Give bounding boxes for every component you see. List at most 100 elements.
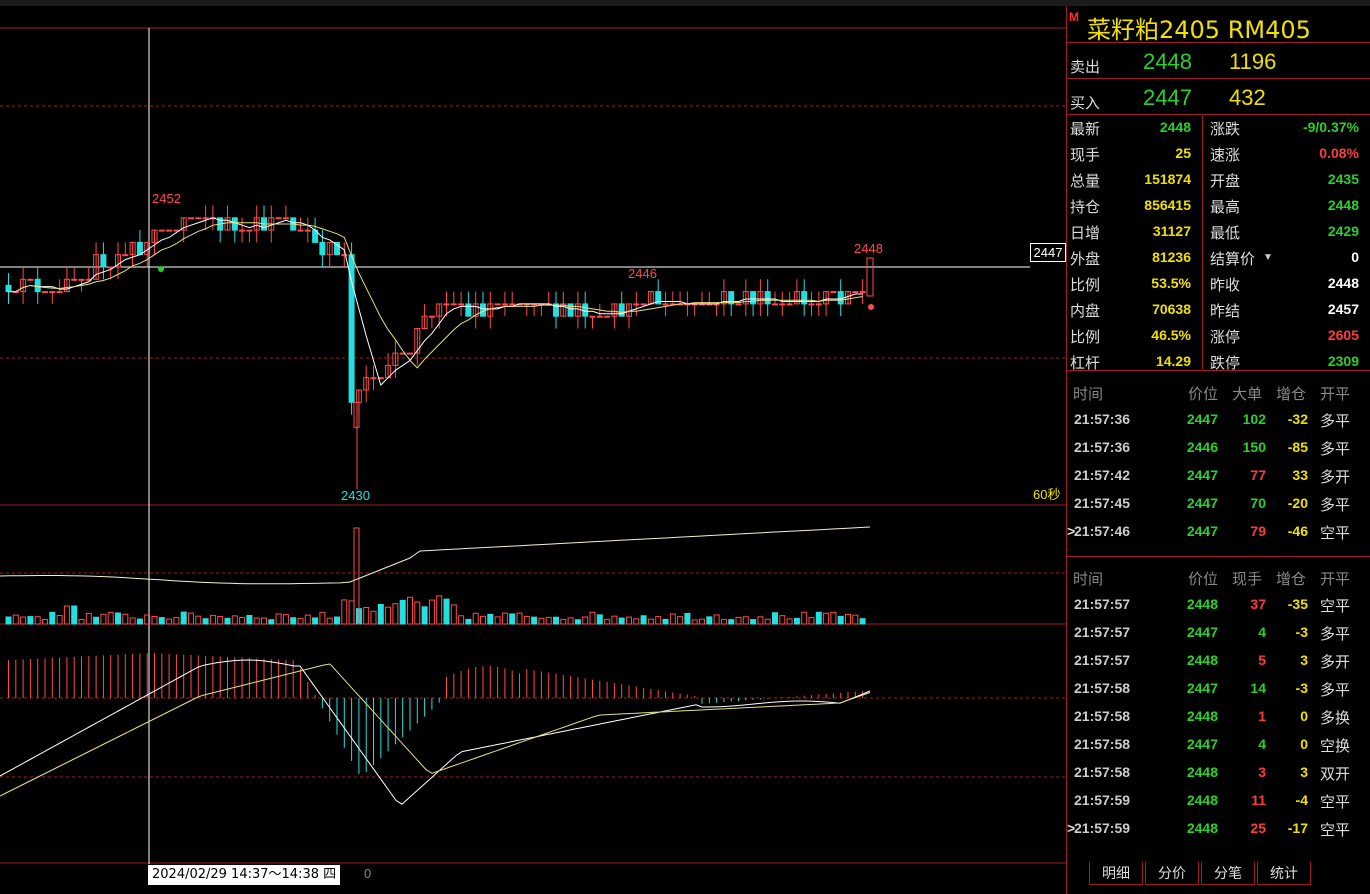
- macd-dif-line: [0, 659, 871, 805]
- volume-bar: [253, 617, 260, 625]
- volume-bar: [742, 616, 749, 625]
- quote-label: 跌停: [1210, 355, 1241, 372]
- row-type: 空平: [1320, 598, 1351, 615]
- quote-value: 0.08%: [1319, 145, 1359, 161]
- candle-body: [195, 217, 202, 220]
- volume-bar: [859, 618, 866, 625]
- volume-bar: [63, 605, 70, 625]
- volume-bar: [85, 612, 92, 625]
- divider: [1067, 114, 1370, 115]
- volume-bar: [363, 606, 370, 625]
- volume-bar: [377, 603, 384, 625]
- volume-bar: [385, 606, 392, 625]
- volume-bar: [136, 618, 143, 625]
- row-price: 2447: [1186, 680, 1218, 696]
- volume-bar: [808, 617, 815, 625]
- volume-bar: [662, 618, 669, 625]
- volume-bar: [20, 616, 27, 625]
- axis-zero-label: 0: [364, 866, 372, 881]
- candle-body: [450, 303, 457, 306]
- row-time: 21:57:36: [1074, 411, 1131, 427]
- table-header: 价位: [1187, 386, 1218, 403]
- ask-price: 2448: [1143, 49, 1192, 74]
- volume-bar: [209, 614, 216, 625]
- volume-bar: [122, 613, 129, 625]
- row-oi-change: -85: [1287, 439, 1308, 455]
- volume-bar: [779, 615, 786, 625]
- volume-bar: [589, 611, 596, 625]
- volume-bar: [392, 603, 399, 625]
- volume-bar: [494, 616, 501, 625]
- candle-body: [188, 217, 194, 220]
- row-time: 21:57:58: [1074, 736, 1131, 752]
- local-high-label: 2446: [628, 266, 657, 281]
- volume-bar: [574, 619, 581, 625]
- row-volume: 11: [1251, 792, 1266, 808]
- row-time: 21:57:57: [1074, 596, 1131, 612]
- quote-value: 856415: [1144, 197, 1191, 213]
- row-type: 多平: [1320, 441, 1351, 458]
- quote-value: -9/0.37%: [1302, 119, 1359, 135]
- row-type: 多开: [1320, 469, 1351, 486]
- quote-label: 杠杆: [1070, 355, 1101, 372]
- row-time: 21:57:36: [1074, 439, 1131, 455]
- volume-bar: [100, 613, 107, 625]
- volume-bar: [414, 601, 421, 625]
- volume-bar: [115, 612, 121, 625]
- row-type: 多平: [1320, 682, 1351, 699]
- candle-body: [801, 291, 808, 305]
- candle-body: [78, 278, 85, 281]
- candle-body: [49, 291, 56, 294]
- row-time: 21:57:59: [1074, 792, 1131, 808]
- volume-bar: [837, 615, 844, 625]
- row-volume: 4: [1258, 736, 1266, 752]
- candle-body: [100, 254, 107, 268]
- chart-canvas[interactable]: 2452 2430 2446 2448 60秒: [0, 6, 1066, 864]
- quote-label: 最低: [1210, 225, 1241, 242]
- volume-bar: [428, 599, 435, 625]
- volume-bar: [553, 616, 559, 625]
- quote-value: 25: [1175, 145, 1191, 161]
- row-oi-change: 3: [1300, 764, 1308, 780]
- row-price: 2447: [1186, 624, 1218, 640]
- volume-bar: [465, 618, 472, 625]
- quote-value: 81236: [1152, 249, 1191, 265]
- quote-label: 总量: [1070, 173, 1101, 190]
- volume-bar: [720, 618, 727, 625]
- quote-value: 151874: [1144, 171, 1191, 187]
- last-price-label: 2448: [854, 241, 883, 256]
- candle-body: [166, 229, 173, 232]
- quote-value: 2448: [1159, 119, 1191, 135]
- volume-bar: [786, 618, 793, 625]
- tab-0[interactable]: 明细: [1089, 862, 1143, 885]
- row-time: 21:57:58: [1074, 680, 1131, 696]
- volume-bar: [34, 616, 41, 625]
- volume-bar: [567, 617, 574, 625]
- volume-bar: [604, 618, 611, 625]
- volume-bar: [202, 618, 209, 625]
- candle-body: [370, 377, 377, 380]
- candle-body: [202, 217, 209, 220]
- tab-2[interactable]: 分笔: [1201, 862, 1255, 885]
- chevron-down-icon[interactable]: ▼: [1263, 252, 1273, 263]
- volume-bar: [531, 616, 538, 625]
- kline-chart[interactable]: 2452 2430 2446 2448 60秒: [0, 6, 1066, 864]
- tab-3[interactable]: 统计: [1257, 862, 1311, 885]
- row-oi-change: -4: [1295, 792, 1308, 808]
- row-volume: 25: [1250, 820, 1266, 836]
- tab-1[interactable]: 分价: [1145, 862, 1199, 885]
- period-label: 60秒: [1033, 487, 1060, 502]
- candle-body: [728, 291, 735, 305]
- row-time: 21:57:45: [1074, 495, 1131, 511]
- volume-bar: [173, 617, 180, 625]
- row-volume: 5: [1258, 652, 1266, 668]
- candle-body: [239, 229, 246, 232]
- ma-line: [8, 222, 863, 369]
- volume-bar: [158, 617, 165, 625]
- macd-dea-line: [0, 663, 871, 797]
- volume-bar: [845, 613, 851, 625]
- volume-bar: [107, 612, 114, 625]
- volume-bar: [458, 615, 465, 625]
- candle-body: [618, 303, 625, 317]
- volume-bar: [261, 617, 267, 625]
